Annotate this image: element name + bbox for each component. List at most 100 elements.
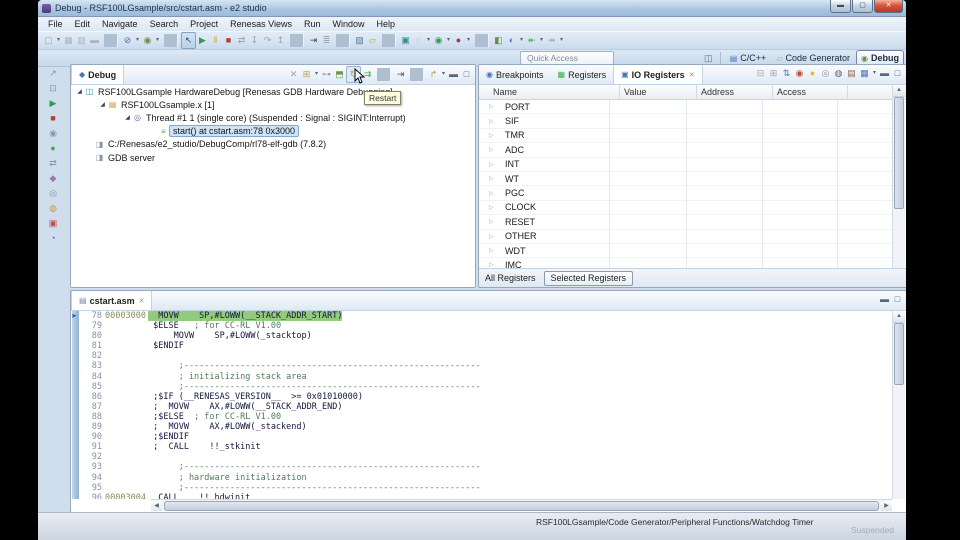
open-element-icon[interactable]: ▣	[399, 33, 412, 48]
compare-dropdown-icon[interactable]: ▾	[518, 33, 525, 48]
row-expander-icon[interactable]	[489, 233, 499, 240]
minimize-icon[interactable]: ▬	[878, 292, 891, 307]
tree-expander-icon[interactable]: ◢	[123, 114, 132, 121]
search-dropdown-icon[interactable]: ▾	[425, 33, 432, 48]
line-number[interactable]: 85	[80, 382, 105, 392]
pointer-tool-icon[interactable]: ↖	[181, 32, 196, 49]
code-line[interactable]: 91 ; CALL !!_stkinit	[80, 442, 892, 452]
menu-item[interactable]: File	[42, 17, 69, 31]
scroll-left-icon[interactable]: ◀	[151, 501, 162, 511]
debug-config-icon[interactable]: ◉	[141, 33, 154, 48]
toolbar-icon[interactable]	[382, 34, 396, 47]
line-number[interactable]: 95	[80, 483, 105, 493]
code-generator-icon[interactable]: ▱	[366, 33, 379, 48]
editor-code-area[interactable]: 78 00003000 MOVW SP,#LOWW(__STACK_ADDR_S…	[80, 311, 892, 499]
tree-item-stack-frame[interactable]: ≡ start() at cstart.asm:78 0x3000	[71, 125, 475, 138]
row-expander-icon[interactable]	[489, 161, 499, 168]
code-line[interactable]: 88 ;$ELSE ; for CC-RL V1.00	[80, 412, 892, 422]
debug-dropdown-icon[interactable]: ▾	[154, 33, 161, 48]
row-expander-icon[interactable]	[489, 204, 499, 211]
column-header-access[interactable]: Access	[773, 85, 848, 99]
target-shortcut-icon[interactable]: ◎	[44, 186, 62, 201]
menu-item[interactable]: Search	[144, 17, 185, 31]
toolbar-icon[interactable]	[290, 34, 304, 47]
profile-icon[interactable]: ●	[452, 33, 465, 48]
code-line[interactable]: 86 ;$IF (__RENESAS_VERSION__ >= 0x010100…	[80, 392, 892, 402]
connect-icon[interactable]: ⊶	[320, 67, 333, 82]
code-line[interactable]: 84 ; initializing stack area	[80, 372, 892, 382]
menu-item[interactable]: Window	[327, 17, 371, 31]
menu-item[interactable]: Navigate	[96, 17, 144, 31]
view-menu-icon[interactable]: ▾	[871, 66, 878, 81]
refresh-icon[interactable]: ⇅	[780, 66, 793, 81]
terminate-icon[interactable]: ■	[222, 33, 235, 48]
minimize-window-button[interactable]: ▬	[830, 0, 851, 13]
step-mode-icon[interactable]: ⇥	[394, 67, 407, 82]
minimize-icon[interactable]: ▬	[447, 67, 460, 82]
code-line[interactable]: 83 ;------------------------------------…	[80, 361, 892, 371]
layout-icon[interactable]: ▤	[845, 66, 858, 81]
line-number[interactable]: 87	[80, 402, 105, 412]
scroll-right-icon[interactable]: ▶	[881, 501, 892, 511]
register-row[interactable]: WDT	[479, 244, 906, 258]
register-row[interactable]: TMR	[479, 129, 906, 143]
editor-vertical-scrollbar[interactable]: ▲	[892, 311, 905, 499]
minimize-icon[interactable]: ▬	[878, 66, 891, 81]
row-expander-icon[interactable]	[489, 146, 499, 153]
io-shortcut-icon[interactable]: ▣	[44, 216, 62, 231]
code-line[interactable]: 95 ;------------------------------------…	[80, 483, 892, 493]
register-row[interactable]: WT	[479, 172, 906, 186]
scrollbar-thumb[interactable]	[164, 501, 879, 511]
highlight-changes-icon[interactable]: ●	[806, 66, 819, 81]
run-last-icon[interactable]: ◉	[432, 33, 445, 48]
register-row[interactable]: ADC	[479, 143, 906, 157]
line-number[interactable]: 96	[80, 493, 105, 499]
code-line[interactable]: 78 00003000 MOVW SP,#LOWW(__STACK_ADDR_S…	[80, 311, 892, 321]
line-number[interactable]: 89	[80, 422, 105, 432]
register-row[interactable]: RESET	[479, 215, 906, 229]
run-dropdown-icon[interactable]: ▾	[445, 33, 452, 48]
code-line[interactable]: 90 ;$ENDIF	[80, 432, 892, 442]
new-dropdown-icon[interactable]: ▾	[55, 33, 62, 48]
tab-registers[interactable]: ▦ Registers	[551, 65, 614, 84]
launch-dropdown-icon[interactable]: ▾	[313, 67, 320, 82]
skip-breakpoints-icon[interactable]: ⊘	[121, 33, 134, 48]
save-all-icon[interactable]: ▥	[75, 33, 88, 48]
close-tab-icon[interactable]: ✕	[139, 297, 145, 305]
expressions-shortcut-icon[interactable]: ◆	[44, 171, 62, 186]
forward-icon[interactable]: ↠	[545, 33, 558, 48]
menu-item[interactable]: Help	[371, 17, 402, 31]
menu-item[interactable]: Run	[298, 17, 327, 31]
column-header-address[interactable]: Address	[697, 85, 773, 99]
toolbar-icon[interactable]	[104, 34, 118, 47]
row-expander-icon[interactable]	[489, 132, 499, 139]
line-number[interactable]: 90	[80, 432, 105, 442]
step-over-icon[interactable]: ↷	[261, 33, 274, 48]
row-expander-icon[interactable]	[489, 247, 499, 254]
menu-item[interactable]: Project	[184, 17, 224, 31]
disconnect-icon[interactable]: ⇄	[235, 33, 248, 48]
collapse-all-icon[interactable]: ⊟	[754, 66, 767, 81]
tab-debug[interactable]: ◆ Debug	[71, 65, 124, 84]
editor-horizontal-scrollbar[interactable]: ◀ ▶	[151, 499, 892, 511]
step-return-icon[interactable]: ↥	[274, 33, 287, 48]
code-line[interactable]: 89 ; MOVW AX,#LOWW(_stackend)	[80, 422, 892, 432]
pin-icon[interactable]: ↱	[427, 67, 440, 82]
register-row[interactable]: CLOCK	[479, 201, 906, 215]
tree-item-gdb[interactable]: ◨ C:/Renesas/e2_studio/DebugComp/rl78-el…	[71, 138, 475, 151]
run-shortcut-icon[interactable]: ●	[44, 141, 62, 156]
suspend-icon[interactable]: ‖	[209, 33, 222, 48]
run-to-line-icon[interactable]: ⇥	[307, 33, 320, 48]
menu-item[interactable]: Edit	[69, 17, 97, 31]
scroll-up-icon[interactable]: ▲	[893, 85, 905, 97]
remove-all-terminated-icon[interactable]: ✕	[287, 67, 300, 82]
line-number[interactable]: 79	[80, 321, 105, 331]
scrollbar-thumb[interactable]	[894, 97, 904, 209]
restore-view-icon[interactable]: ⊡	[44, 81, 62, 96]
resume-shortcut-icon[interactable]: ▶	[44, 96, 62, 111]
tree-expander-icon[interactable]: ◢	[98, 101, 107, 108]
title-bar[interactable]: Debug - RSF100LGsample/src/cstart.asm - …	[38, 0, 906, 17]
view-menu-icon[interactable]: ▾	[440, 67, 447, 82]
forward-dropdown-icon[interactable]: ▾	[558, 33, 565, 48]
code-line[interactable]: 82	[80, 351, 892, 361]
